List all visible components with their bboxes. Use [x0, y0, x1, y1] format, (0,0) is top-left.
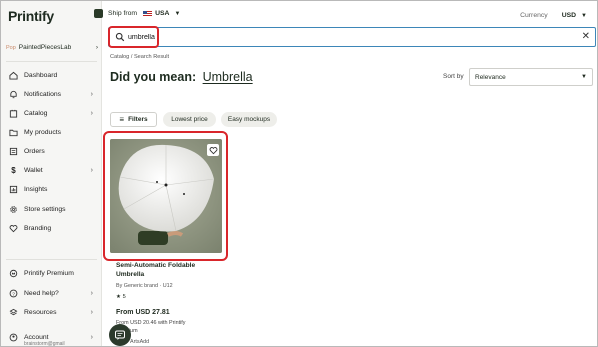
product-provider: ArtsAdd: [130, 339, 150, 345]
chevron-right-icon: ›: [90, 109, 93, 117]
sidebar-divider: [6, 259, 97, 260]
crown-icon: [9, 269, 18, 278]
store-tag: Pop: [6, 44, 16, 51]
did-you-mean-text: Did you mean:: [110, 70, 197, 84]
chevron-right-icon: ›: [95, 44, 98, 51]
sort-select[interactable]: Relevance ▼: [469, 68, 593, 86]
sidebar-item-branding[interactable]: Branding: [9, 222, 93, 234]
catalog-icon: [9, 109, 18, 118]
caret-down-icon: ▼: [174, 10, 181, 17]
chevron-right-icon: ›: [90, 289, 93, 297]
orders-icon: [9, 147, 18, 156]
sidebar: Printify Pop PaintedPiecesLab › Dashboar…: [1, 1, 102, 347]
sidebar-item-label: Need help?: [24, 289, 59, 297]
account-email: brainstorm@gmail: [24, 341, 65, 347]
sidebar-item-orders[interactable]: Orders: [9, 145, 93, 157]
breadcrumb[interactable]: Catalog / Search Result: [110, 54, 169, 60]
product-title[interactable]: Semi-Automatic Foldable Umbrella: [116, 262, 206, 279]
dollar-icon: $: [11, 165, 16, 175]
sidebar-item-label: Store settings: [24, 205, 66, 213]
filter-icon: ≡: [119, 114, 125, 124]
chat-icon[interactable]: [109, 324, 131, 346]
account-icon: [9, 333, 18, 342]
ship-icon: [94, 9, 103, 18]
chart-icon: [9, 185, 18, 194]
bell-icon: [9, 90, 18, 99]
sidebar-item-label: Resources: [24, 308, 57, 316]
store-name: PaintedPiecesLab: [18, 44, 72, 51]
printify-logo[interactable]: Printify: [8, 8, 54, 24]
sidebar-item-notifications[interactable]: Notifications ›: [9, 88, 93, 100]
top-bar: Ship from USA ▼ Currency USD ▼: [94, 1, 597, 27]
folder-icon: [9, 128, 18, 137]
resources-icon: [9, 308, 18, 317]
sidebar-item-insights[interactable]: Insights: [9, 183, 93, 195]
search-bar[interactable]: ✕: [108, 27, 596, 47]
page-title: Did you mean: Umbrella: [110, 70, 253, 84]
svg-text:?: ?: [12, 291, 15, 297]
suggestion-link[interactable]: Umbrella: [203, 70, 253, 84]
chevron-right-icon: ›: [90, 308, 93, 316]
highlight-box: [108, 26, 159, 48]
sidebar-item-label: Insights: [24, 185, 48, 193]
product-price: From USD 27.81: [116, 309, 170, 316]
help-icon: ?: [9, 289, 18, 298]
highlight-box: [103, 131, 228, 261]
sidebar-divider: [6, 61, 97, 62]
sort-by-label: Sort by: [443, 73, 464, 80]
us-flag-icon: [143, 10, 153, 17]
chip-easy-mockups[interactable]: Easy mockups: [221, 112, 277, 127]
sort-value: Relevance: [475, 73, 506, 81]
sidebar-item-dashboard[interactable]: Dashboard: [9, 69, 93, 81]
product-brand: By Generic brand · U12: [116, 283, 173, 289]
sidebar-item-store-settings[interactable]: Store settings: [9, 203, 93, 215]
currency-selector[interactable]: Currency USD ▼: [520, 12, 587, 19]
sidebar-item-label: Orders: [24, 147, 45, 155]
sidebar-item-label: Catalog: [24, 109, 48, 117]
search-input[interactable]: [128, 31, 568, 43]
sidebar-item-printify-premium[interactable]: Printify Premium: [9, 267, 93, 279]
sidebar-item-label: My products: [24, 128, 62, 136]
logo-text: Printify: [8, 8, 54, 24]
filters-label: Filters: [128, 116, 148, 123]
sidebar-item-catalog[interactable]: Catalog ›: [9, 107, 93, 119]
caret-down-icon: ▼: [581, 12, 587, 19]
chevron-right-icon: ›: [90, 166, 93, 174]
store-selector[interactable]: Pop PaintedPiecesLab ›: [6, 44, 98, 51]
currency-value: USD: [561, 12, 577, 19]
close-icon[interactable]: ✕: [582, 31, 590, 43]
chevron-right-icon: ›: [90, 90, 93, 98]
filters-button[interactable]: ≡ Filters: [110, 112, 157, 127]
sidebar-item-resources[interactable]: Resources ›: [9, 306, 93, 318]
ship-from-label: Ship from: [108, 10, 138, 17]
caret-down-icon: ▼: [581, 74, 587, 80]
sidebar-item-need-help[interactable]: ? Need help? ›: [9, 287, 93, 299]
sidebar-item-label: Wallet: [24, 166, 43, 174]
sidebar-item-label: Account: [24, 333, 49, 341]
sidebar-item-my-products[interactable]: My products: [9, 126, 93, 138]
sidebar-item-label: Branding: [24, 224, 52, 232]
chip-lowest-price[interactable]: Lowest price: [163, 112, 216, 127]
heart-icon: [9, 224, 18, 233]
sidebar-item-label: Notifications: [24, 90, 62, 98]
chevron-right-icon: ›: [90, 333, 93, 341]
ship-from-selector[interactable]: Ship from USA ▼: [94, 9, 181, 18]
sidebar-item-label: Dashboard: [24, 71, 58, 79]
sidebar-item-wallet[interactable]: $ Wallet ›: [9, 164, 93, 176]
ship-country: USA: [155, 10, 170, 17]
sidebar-item-label: Printify Premium: [24, 269, 74, 277]
currency-label: Currency: [520, 12, 548, 19]
product-rating: ★ 5: [116, 294, 126, 300]
home-icon: [9, 71, 18, 80]
gear-icon: [9, 205, 18, 214]
